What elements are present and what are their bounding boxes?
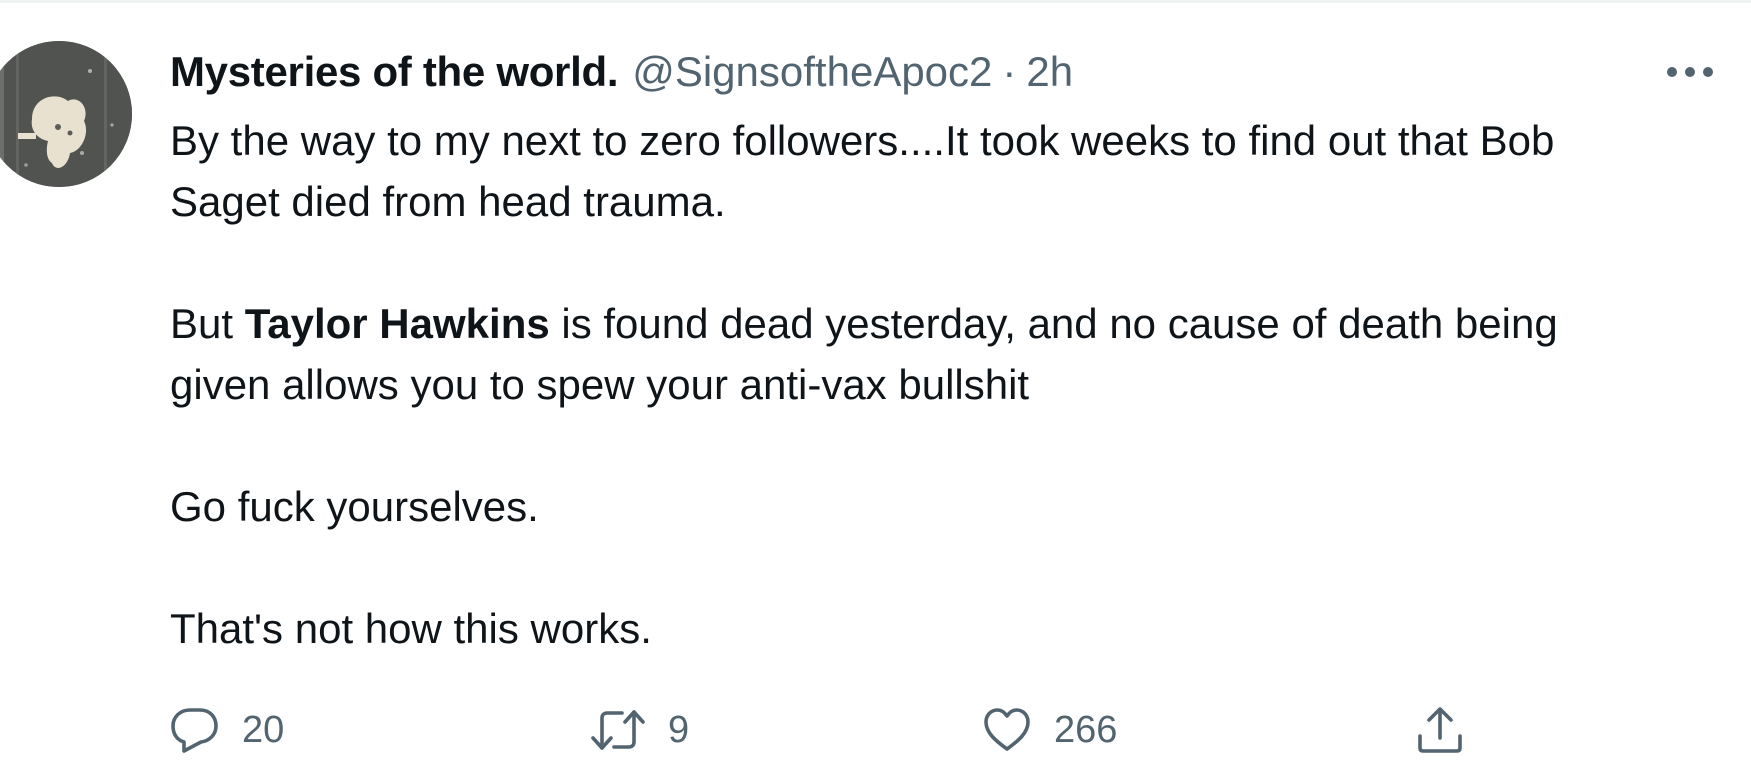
- avatar[interactable]: [0, 41, 132, 187]
- tweet-text-line: That's not how this works.: [170, 605, 652, 652]
- bold-name: Taylor Hawkins: [244, 300, 550, 347]
- tweet[interactable]: Mysteries of the world. @SignsoftheApoc2…: [0, 0, 1751, 768]
- tweet-header: Mysteries of the world. @SignsoftheApoc2…: [170, 44, 1073, 100]
- retweet-button[interactable]: 9: [590, 700, 689, 760]
- reply-bubble-icon: [171, 708, 218, 753]
- retweet-count: 9: [668, 708, 690, 751]
- more-horizontal-icon: [1667, 67, 1713, 77]
- share-button[interactable]: [1414, 700, 1466, 760]
- like-button[interactable]: 266: [982, 700, 1117, 760]
- more-options-button[interactable]: [1660, 52, 1720, 92]
- text-fragment: is found dead yesterday, and no cause of…: [549, 300, 1558, 347]
- avatar-image: [0, 41, 132, 187]
- tweet-text-line: given allows you to spew your anti-vax b…: [170, 361, 1030, 408]
- separator-dot: ·: [1002, 48, 1017, 95]
- tweet-text-line: Go fuck yourselves.: [170, 483, 539, 530]
- like-count: 266: [1054, 708, 1118, 751]
- timestamp[interactable]: 2h: [1026, 44, 1073, 100]
- heart-icon: [984, 708, 1030, 751]
- tweet-text-line: By the way to my next to zero followers.…: [170, 117, 1555, 164]
- tweet-text-line: But Taylor Hawkins is found dead yesterd…: [170, 293, 1730, 354]
- reply-button[interactable]: 20: [170, 700, 284, 760]
- share-upload-icon: [1418, 707, 1462, 753]
- text-fragment: But: [170, 300, 245, 347]
- tweet-actions: 20 9 266: [170, 700, 1730, 760]
- user-handle[interactable]: @SignsoftheApoc2: [632, 44, 992, 100]
- tweet-text-line: Saget died from head trauma.: [170, 178, 726, 225]
- display-name[interactable]: Mysteries of the world.: [170, 44, 619, 100]
- reply-count: 20: [242, 708, 285, 751]
- tweet-text: By the way to my next to zero followers.…: [170, 110, 1730, 659]
- retweet-icon: [591, 710, 645, 750]
